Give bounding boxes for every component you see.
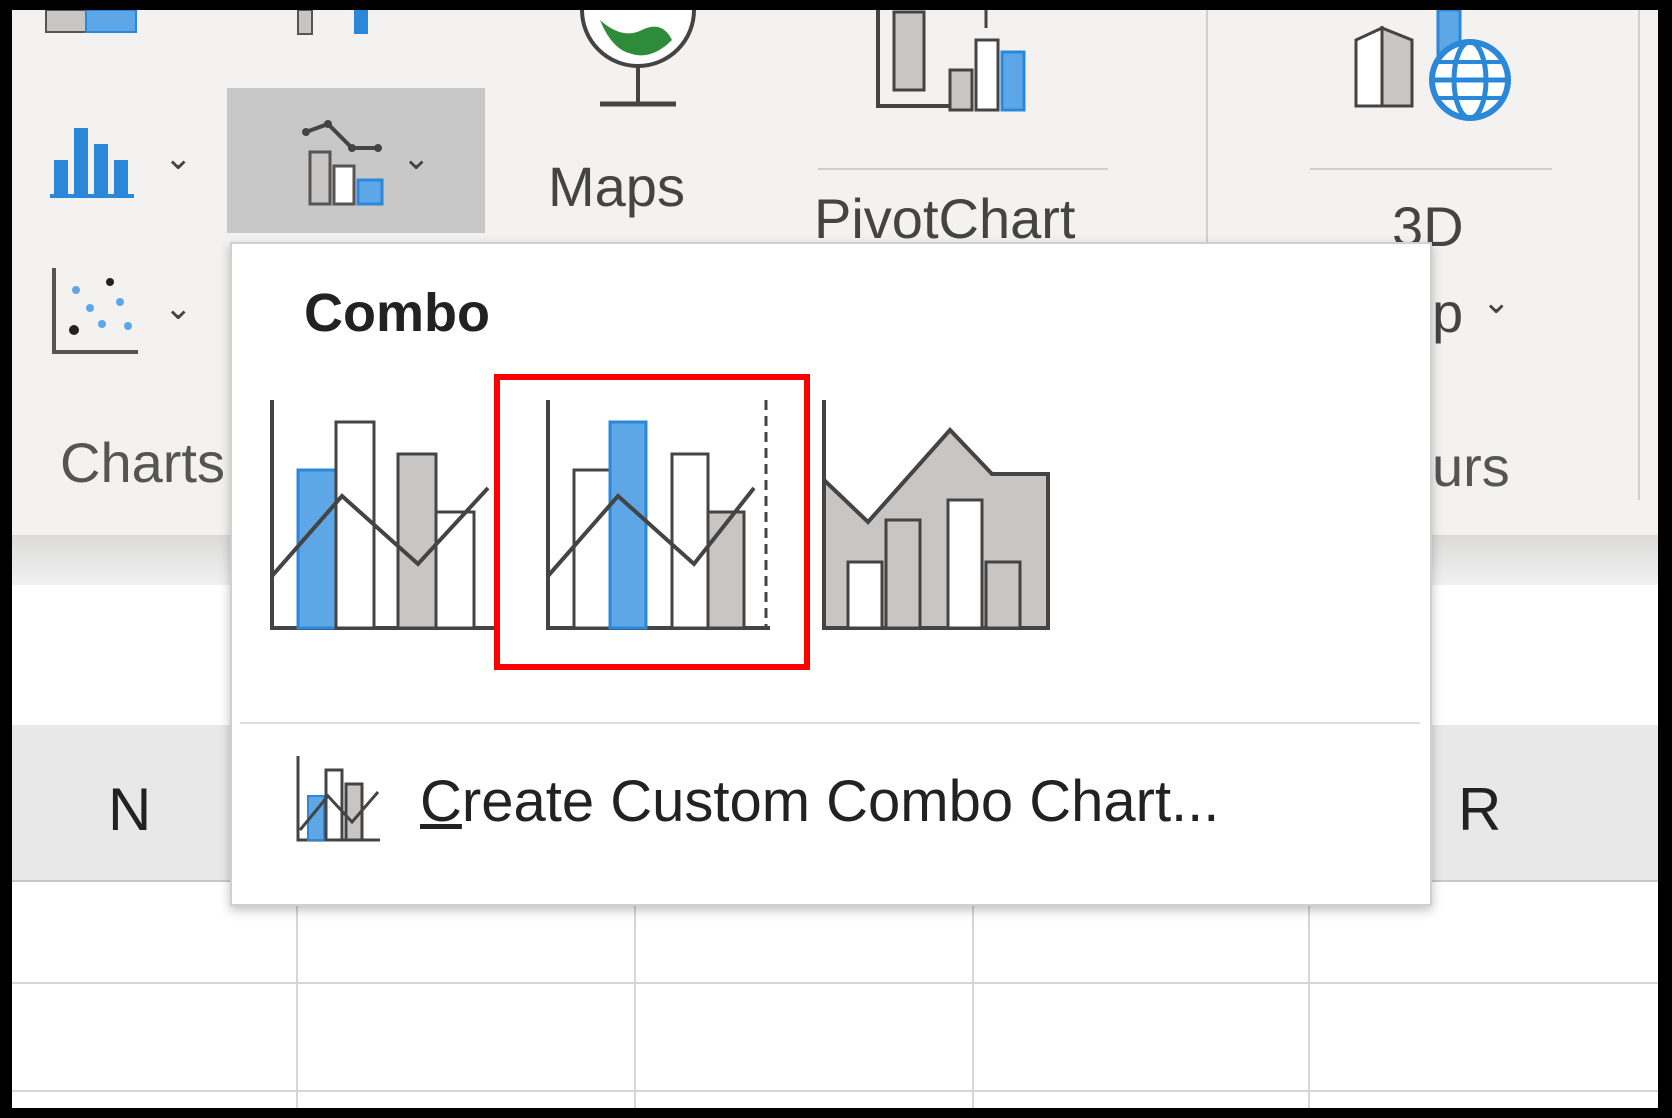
screenshot-frame: ⌄ ⌄ ⌄ Charts Maps PivotChart 3D p ⌄ urs … [12, 10, 1658, 1108]
column-chart-icon[interactable] [50, 114, 140, 200]
column-header-n[interactable]: N [108, 775, 151, 844]
3d-map-icon[interactable] [1352, 10, 1522, 122]
area-column-icon[interactable] [820, 400, 1052, 632]
tours-group-label: urs [1432, 435, 1510, 498]
combo-menu-title: Combo [304, 283, 490, 343]
combo-chart-chevron-down-icon[interactable]: ⌄ [402, 138, 431, 178]
scatter-chart-chevron-down-icon[interactable]: ⌄ [164, 288, 193, 328]
column-header-r[interactable]: R [1458, 775, 1501, 844]
grid-line [972, 882, 974, 1108]
ribbon-right-separator [1638, 10, 1640, 500]
clustered-column-line-icon[interactable] [268, 400, 500, 632]
mnemonic-letter: C [420, 769, 462, 834]
globe-icon[interactable] [572, 10, 702, 114]
3d-map-separator [1310, 168, 1552, 170]
column-line-secondary-axis-icon[interactable] [544, 400, 776, 632]
scatter-chart-icon[interactable] [50, 268, 140, 358]
pivotchart-icon[interactable] [874, 10, 1044, 116]
maps-button[interactable]: Maps [548, 154, 685, 219]
grid-line [634, 882, 636, 1108]
grid-line [296, 882, 298, 1108]
grid-line [12, 1090, 1658, 1092]
3d-map-chevron-down-icon[interactable]: ⌄ [1482, 282, 1511, 322]
create-custom-combo-chart-button[interactable]: Create Custom Combo Chart... [420, 768, 1219, 835]
grid-line [12, 982, 1658, 984]
combo-chart-icon [302, 120, 384, 206]
cell-grid[interactable] [12, 882, 1658, 1108]
column-chart-chevron-down-icon[interactable]: ⌄ [164, 138, 193, 178]
partial-chart-icon-1[interactable] [42, 10, 142, 36]
custom-combo-chart-icon[interactable] [294, 756, 380, 842]
3d-map-sub-label: p [1432, 281, 1464, 344]
pivotchart-separator [818, 168, 1108, 170]
group-separator [1206, 10, 1208, 260]
partial-chart-icon-2[interactable] [290, 10, 390, 40]
custom-combo-label-text: reate Custom Combo Chart... [461, 769, 1220, 834]
combo-chart-dropdown: Combo Create Custom Combo Chart... [230, 242, 1432, 906]
grid-line [1308, 882, 1310, 1108]
charts-group-label: Charts [60, 431, 225, 494]
dropdown-divider [240, 722, 1420, 724]
